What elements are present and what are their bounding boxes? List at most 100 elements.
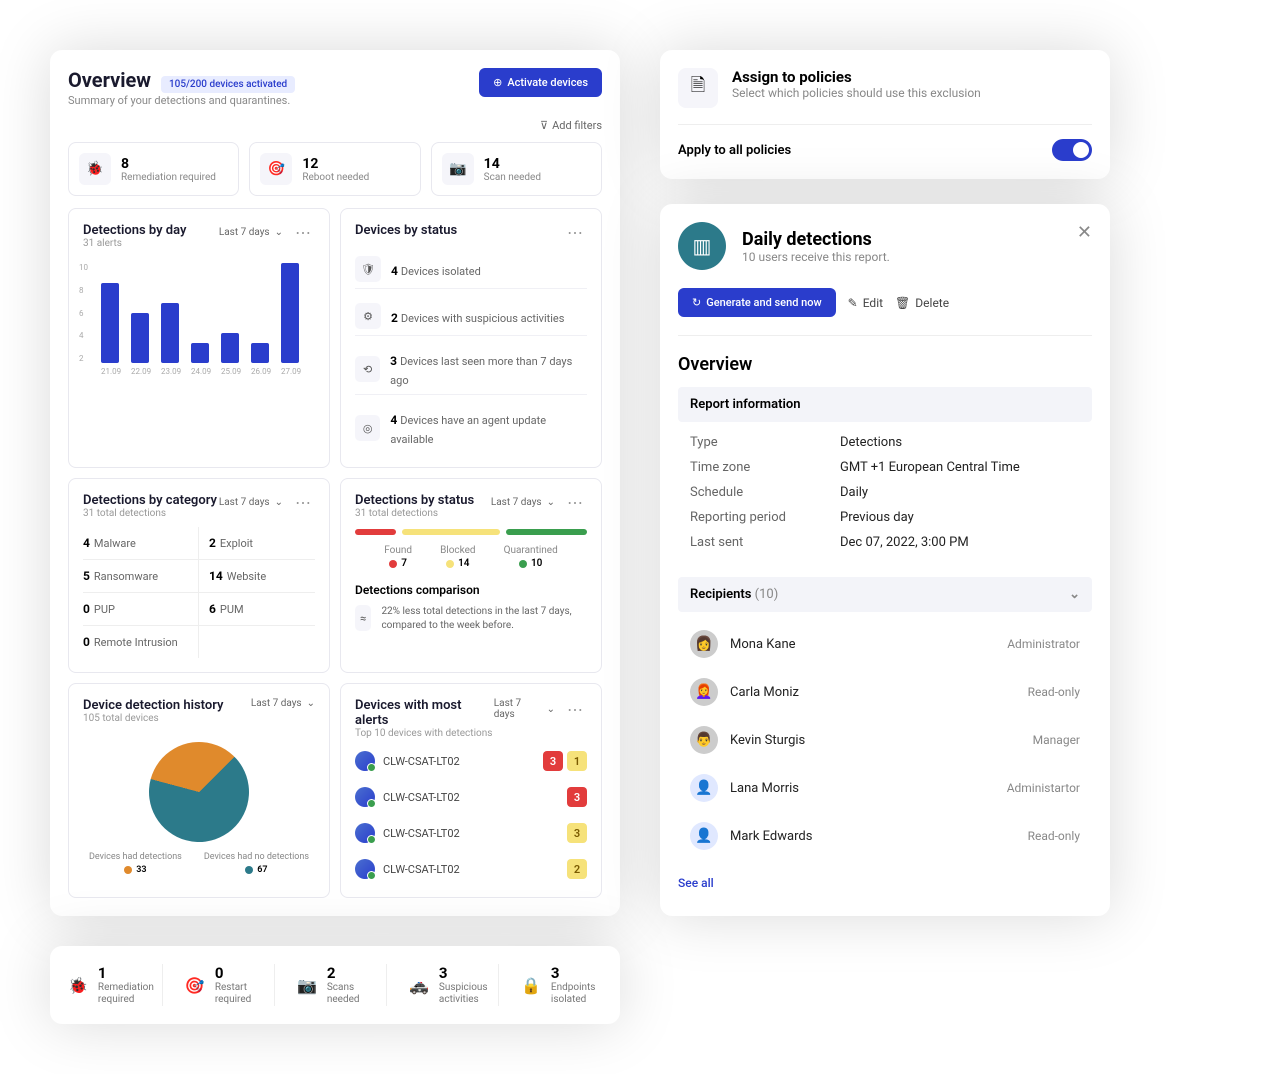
avatar: 👨 — [690, 726, 718, 754]
stat-icon: 🚓 — [409, 976, 429, 995]
more-icon[interactable]: ⋯ — [563, 493, 587, 512]
range-selector[interactable]: Last 7 days ⌄ — [251, 698, 315, 709]
more-icon[interactable]: ⋯ — [291, 223, 315, 242]
status-row[interactable]: ⚙ 2Devices with suspicious activities — [355, 297, 587, 336]
recipient-row[interactable]: 👤Lana MorrisAdministartor — [678, 764, 1092, 812]
range-selector[interactable]: Last 7 days ⌄ — [491, 497, 555, 508]
bottom-stats-bar: 🐞 1Remediationrequired 🎯 0Restartrequire… — [50, 946, 620, 1024]
assign-policies-panel: 🗎 Assign to policies Select which polici… — [660, 50, 1110, 179]
device-icon — [355, 823, 375, 843]
stat-card[interactable]: 🎯 12 Reboot needed — [249, 142, 420, 196]
alert-badge: 2 — [567, 859, 587, 879]
bar — [281, 263, 299, 363]
more-icon[interactable]: ⋯ — [291, 493, 315, 512]
more-icon[interactable]: ⋯ — [563, 700, 587, 719]
category-cell[interactable]: 5Ransomware — [83, 560, 199, 593]
recipient-row[interactable]: 👤Mark EdwardsRead-only — [678, 812, 1092, 860]
device-detection-history-card: Device detection history 105 total devic… — [68, 683, 330, 898]
device-row[interactable]: CLW-CSAT-LT02 3 — [355, 783, 587, 811]
status-bar — [355, 529, 587, 535]
page-subtitle: Summary of your detections and quarantin… — [68, 94, 295, 107]
bar — [131, 313, 149, 363]
info-row: Reporting periodPrevious day — [690, 505, 1080, 530]
refresh-icon: ↻ — [692, 296, 701, 309]
avatar: 👤 — [690, 822, 718, 850]
detection-pie-chart — [138, 731, 260, 853]
chevron-down-icon: ⌄ — [275, 497, 283, 508]
delete-button[interactable]: 🗑Delete — [895, 296, 949, 310]
stat-icon: 📷 — [297, 976, 317, 995]
more-icon[interactable]: ⋯ — [563, 223, 587, 242]
legend-item: Quarantined 10 — [504, 545, 558, 569]
alert-badge: 1 — [567, 751, 587, 771]
close-icon[interactable]: ✕ — [1077, 222, 1092, 243]
info-row: ScheduleDaily — [690, 480, 1080, 505]
edit-button[interactable]: ✎Edit — [848, 296, 883, 310]
filter-icon: ⊽ — [540, 119, 548, 132]
bar — [161, 303, 179, 363]
recipients-header[interactable]: Recipients (10) ⌄ — [678, 577, 1092, 612]
device-icon — [355, 787, 375, 807]
legend-item: Blocked 14 — [440, 545, 476, 569]
stat-icon: 🔒 — [521, 976, 541, 995]
apply-all-label: Apply to all policies — [678, 143, 791, 158]
detections-by-day-card: Detections by day 31 alerts Last 7 days … — [68, 208, 330, 468]
chevron-down-icon: ⌄ — [275, 227, 283, 238]
category-cell[interactable]: 0Remote Intrusion — [83, 626, 199, 658]
bottom-stat[interactable]: 📷 2Scansneeded — [297, 964, 387, 1006]
bar — [191, 343, 209, 363]
stat-card[interactable]: 🐞 8 Remediation required — [68, 142, 239, 196]
add-filters-button[interactable]: ⊽ Add filters — [68, 119, 602, 132]
recipient-row[interactable]: 👩‍🦰Carla MonizRead-only — [678, 668, 1092, 716]
bottom-stat[interactable]: 🎯 0Restartrequired — [185, 964, 275, 1006]
range-selector[interactable]: Last 7 days ⌄ — [219, 497, 283, 508]
activate-devices-button[interactable]: ⊕ Activate devices — [479, 68, 602, 97]
chevron-down-icon: ⌄ — [547, 497, 555, 508]
device-row[interactable]: CLW-CSAT-LT02 3 — [355, 819, 587, 847]
stat-icon: 🎯 — [185, 976, 205, 995]
status-icon: ◎ — [355, 415, 380, 441]
status-icon: ⟲ — [355, 356, 380, 382]
generate-send-button[interactable]: ↻ Generate and send now — [678, 288, 836, 317]
device-row[interactable]: CLW-CSAT-LT02 2 — [355, 855, 587, 883]
status-row[interactable]: 🛡 4Devices isolated — [355, 250, 587, 289]
category-cell[interactable]: 0PUP — [83, 593, 199, 626]
info-row: Last sentDec 07, 2022, 3:00 PM — [690, 530, 1080, 555]
info-row: Time zoneGMT +1 European Central Time — [690, 455, 1080, 480]
status-row[interactable]: ◎ 4Devices have an agent update availabl… — [355, 403, 587, 453]
bottom-stat[interactable]: 🐞 1Remediationrequired — [68, 964, 163, 1006]
bar — [251, 343, 269, 363]
bottom-stat[interactable]: 🚓 3Suspiciousactivities — [409, 964, 499, 1006]
see-all-link[interactable]: See all — [678, 868, 1092, 898]
category-cell[interactable]: 4Malware — [83, 527, 199, 560]
recipient-row[interactable]: 👩Mona KaneAdministrator — [678, 620, 1092, 668]
range-selector[interactable]: Last 7 days ⌄ — [219, 227, 283, 238]
report-info-header: Report information — [678, 387, 1092, 422]
avatar: 👤 — [690, 774, 718, 802]
recipient-row[interactable]: 👨Kevin SturgisManager — [678, 716, 1092, 764]
legend-item: Found 7 — [384, 545, 412, 569]
device-row[interactable]: CLW-CSAT-LT02 31 — [355, 747, 587, 775]
trash-icon: 🗑 — [895, 296, 910, 310]
info-row: TypeDetections — [690, 430, 1080, 455]
devices-by-status-card: Devices by status ⋯ 🛡 4Devices isolated … — [340, 208, 602, 468]
range-selector[interactable]: Last 7 days ⌄ — [494, 698, 555, 720]
apply-all-toggle[interactable] — [1052, 139, 1092, 161]
report-icon: ▥ — [678, 222, 726, 270]
category-cell[interactable] — [199, 626, 315, 658]
status-row[interactable]: ⟲ 3Devices last seen more than 7 days ag… — [355, 344, 587, 395]
bottom-stat[interactable]: 🔒 3Endpointsisolated — [521, 964, 602, 1006]
activate-icon: ⊕ — [493, 76, 502, 89]
chevron-down-icon: ⌄ — [1069, 587, 1080, 602]
bar — [221, 333, 239, 363]
trend-icon: ≈ — [355, 605, 371, 631]
category-cell[interactable]: 2Exploit — [199, 527, 315, 560]
pencil-icon: ✎ — [848, 296, 858, 310]
category-cell[interactable]: 6PUM — [199, 593, 315, 626]
alert-badge: 3 — [567, 823, 587, 843]
page-title: Overview — [68, 68, 151, 92]
avatar: 👩 — [690, 630, 718, 658]
category-cell[interactable]: 14Website — [199, 560, 315, 593]
stat-card[interactable]: 📷 14 Scan needed — [431, 142, 602, 196]
report-panel: ▥ Daily detections 10 users receive this… — [660, 204, 1110, 916]
